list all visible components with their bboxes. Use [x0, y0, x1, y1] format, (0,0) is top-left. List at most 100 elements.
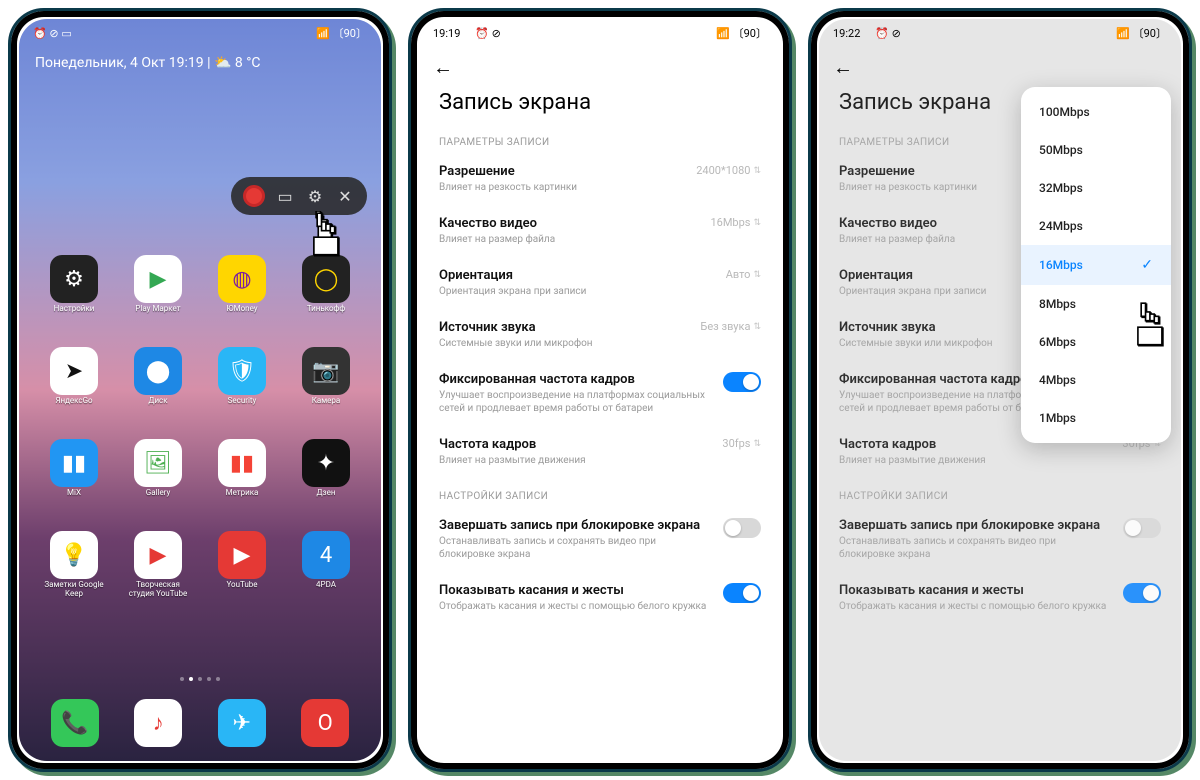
dropdown-option-16Mbps[interactable]: 16Mbps✓: [1021, 245, 1171, 285]
page-title: Запись экрана: [419, 88, 781, 125]
setting-fixed-fps[interactable]: Фиксированная частота кадров Улучшает во…: [419, 362, 781, 427]
back-button[interactable]: ←: [419, 47, 781, 88]
status-time: 19:19: [433, 27, 460, 40]
app-icon: 📷: [302, 347, 350, 395]
dropdown-option-50Mbps[interactable]: 50Mbps: [1021, 131, 1171, 169]
app-диск[interactable]: ⬤Диск: [117, 347, 199, 433]
app-icon: ▶: [134, 255, 182, 303]
dock-app-icon[interactable]: ✈: [218, 699, 266, 747]
option-label: 1Mbps: [1039, 411, 1076, 425]
quality-dropdown[interactable]: 100Mbps50Mbps 32Mbps 24Mbps16Mbps✓8Mbps 6Mb…: [1021, 87, 1171, 443]
phone-3-frame: 19:22 ⏰ ⊘ 📶 〔90〕 ← Запись экрана ПАРАМЕТ…: [808, 8, 1192, 772]
chevron-updown-icon: ⇅: [753, 322, 761, 332]
app-label: MiX: [67, 489, 81, 498]
phone-2-frame: 19:19 ⏰ ⊘ 📶 〔90〕 ← Запись экрана ПАРАМЕТ…: [408, 8, 792, 772]
status-right: 📶 〔90〕: [316, 25, 367, 41]
setting-value: 16Mbps⇅: [710, 216, 761, 229]
phone-3-screen: 19:22 ⏰ ⊘ 📶 〔90〕 ← Запись экрана ПАРАМЕТ…: [819, 19, 1181, 761]
close-icon[interactable]: ✕: [335, 186, 355, 206]
status-left: ⏰ ⊘: [875, 27, 901, 40]
setting-subtitle: Влияет на размер файла: [439, 233, 700, 246]
check-icon: ✓: [1141, 257, 1153, 273]
setting-title: Источник звука: [439, 320, 690, 335]
app-дзен[interactable]: ✦Дзен: [285, 439, 367, 525]
app-icon: ◍: [218, 255, 266, 303]
toggle-stop-on-lock[interactable]: [723, 518, 761, 538]
toggle-show-touches[interactable]: [723, 583, 761, 603]
app-icon: ⚙: [50, 255, 98, 303]
dock-app-icon[interactable]: ♪: [134, 699, 182, 747]
dropdown-option-4Mbps[interactable]: 4Mbps: [1021, 361, 1171, 399]
date-weather-widget[interactable]: Понедельник, 4 Окт 19:19 | ⛅ 8 °C: [19, 47, 381, 75]
dock: 📞 ♪ ✈ O: [19, 699, 381, 747]
app-заметки-google-keep[interactable]: 💡Заметки Google Keep: [33, 531, 115, 617]
section-heading-settings: НАСТРОЙКИ ЗАПИСИ: [419, 479, 781, 508]
dock-app-icon[interactable]: 📞: [51, 699, 99, 747]
setting-stop-on-lock: Завершать запись при блокировке экрана О…: [819, 508, 1181, 573]
settings-page: 19:19 ⏰ ⊘ 📶 〔90〕 ← Запись экрана ПАРАМЕТ…: [419, 19, 781, 761]
screen-recorder-toolbar[interactable]: ▭ ⚙ ✕: [231, 177, 367, 215]
app-security[interactable]: 🛡Security: [201, 347, 283, 433]
phone-2-screen: 19:19 ⏰ ⊘ 📶 〔90〕 ← Запись экрана ПАРАМЕТ…: [419, 19, 781, 761]
option-label: 32Mbps: [1039, 181, 1083, 195]
app-icon: ⬤: [134, 347, 182, 395]
back-arrow-icon: ←: [433, 55, 453, 79]
dropdown-option-100Mbps[interactable]: 100Mbps: [1021, 93, 1171, 131]
status-bar: ⏰ ⊘ ▭ 📶 〔90〕: [19, 19, 381, 47]
app-mix[interactable]: ▮▮MiX: [33, 439, 115, 525]
setting-stop-on-lock[interactable]: Завершать запись при блокировке экрана О…: [419, 508, 781, 573]
gear-icon[interactable]: ⚙: [305, 186, 325, 206]
toggle-fixed-fps[interactable]: [723, 372, 761, 392]
app-gallery[interactable]: 🖼Gallery: [117, 439, 199, 525]
app-тинькофф[interactable]: ◯Тинькофф: [285, 255, 367, 341]
setting-subtitle: Отображать касания и жесты с помощью бел…: [439, 600, 713, 613]
dropdown-option-6Mbps[interactable]: 6Mbps: [1021, 323, 1171, 361]
setting-fps[interactable]: Частота кадров Влияет на размытие движен…: [419, 427, 781, 479]
dropdown-option-1Mbps[interactable]: 1Mbps: [1021, 399, 1171, 437]
app-label: Дзен: [317, 489, 336, 498]
app-настройки[interactable]: ⚙Настройки: [33, 255, 115, 341]
option-label: 4Mbps: [1039, 373, 1076, 387]
app-творческая-студия-youtube[interactable]: ▶Творческая студия YouTube: [117, 531, 199, 617]
app-icon: 💡: [50, 531, 98, 579]
option-label: 6Mbps: [1039, 335, 1076, 349]
app-label: Творческая студия YouTube: [123, 581, 193, 599]
app-камера[interactable]: 📷 Камера: [285, 347, 367, 433]
setting-row-3[interactable]: Источник звукаСистемные звуки или микроф…: [419, 310, 781, 362]
section-heading-params: ПАРАМЕТРЫ ЗАПИСИ: [419, 125, 781, 154]
dock-app-icon[interactable]: O: [301, 699, 349, 747]
app-label: Gallery: [146, 489, 171, 498]
setting-value: Без звука⇅: [700, 320, 761, 333]
recordings-icon[interactable]: ▭: [275, 186, 295, 206]
app-label: Play Маркет: [135, 305, 180, 314]
status-right: 📶 〔90〕: [1116, 25, 1167, 41]
setting-row-0[interactable]: РазрешениеВлияет на резкость картинки240…: [419, 154, 781, 206]
app-метрика[interactable]: ▮▮Метрика: [201, 439, 283, 525]
setting-title: Ориентация: [439, 268, 716, 283]
record-button[interactable]: [243, 185, 265, 207]
app-label: ЮMoney: [226, 305, 257, 314]
setting-subtitle: Влияет на размытие движения: [839, 454, 1112, 467]
setting-show-touches[interactable]: Показывать касания и жесты Отображать ка…: [419, 573, 781, 625]
app-icon: 🛡: [218, 347, 266, 395]
app-4pda[interactable]: 44PDA: [285, 531, 367, 617]
dropdown-option-32Mbps[interactable]: 32Mbps: [1021, 169, 1171, 207]
dropdown-option-24Mbps[interactable]: 24Mbps: [1021, 207, 1171, 245]
app-youtube[interactable]: ▶YouTube: [201, 531, 283, 617]
status-time: 19:22: [833, 27, 860, 40]
back-button[interactable]: ←: [819, 47, 1181, 88]
chevron-updown-icon: ⇅: [753, 270, 761, 280]
status-right: 📶 〔90〕: [716, 25, 767, 41]
phone-1-screen: ⏰ ⊘ ▭ 📶 〔90〕 Понедельник, 4 Окт 19:19 | …: [19, 19, 381, 761]
app-play-маркет[interactable]: ▶ Play Маркет: [117, 255, 199, 341]
app-label: ЯндексGo: [55, 397, 92, 406]
app-label: Камера: [312, 397, 341, 406]
app-юmoney[interactable]: ◍ ЮMoney: [201, 255, 283, 341]
app-label: Метрика: [226, 489, 259, 498]
setting-subtitle: Ориентация экрана при записи: [439, 285, 716, 298]
setting-subtitle: Улучшает воспроизведение на платформах с…: [439, 389, 713, 415]
setting-row-1[interactable]: Качество видеоВлияет на размер файла16Mb…: [419, 206, 781, 258]
setting-row-2[interactable]: ОриентацияОриентация экрана при записиАв…: [419, 258, 781, 310]
dropdown-option-8Mbps[interactable]: 8Mbps: [1021, 285, 1171, 323]
app-яндексgo[interactable]: ➤ЯндексGo: [33, 347, 115, 433]
